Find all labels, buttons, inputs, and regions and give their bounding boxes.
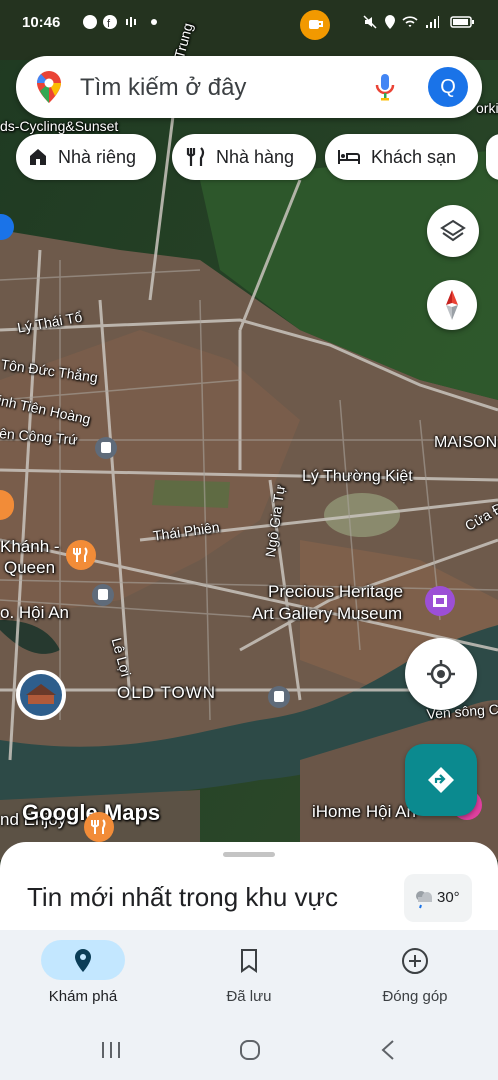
explore-pin-icon bbox=[75, 949, 91, 972]
layers-button[interactable] bbox=[427, 205, 479, 257]
map-label: iHome Hội An bbox=[312, 802, 416, 821]
map-label: Precious Heritage bbox=[268, 582, 404, 601]
map-label: Khánh - bbox=[0, 537, 60, 556]
nav-contribute[interactable]: Đóng góp bbox=[332, 930, 498, 1020]
weather-temp: 30° bbox=[437, 889, 460, 906]
map-view[interactable]: ds-Cycling&Sunset Trung orki Lý Thái Tổ … bbox=[0, 0, 498, 860]
layers-icon bbox=[440, 219, 466, 242]
signal-icon bbox=[426, 16, 439, 28]
restaurant-icon bbox=[186, 147, 205, 166]
mute-icon bbox=[363, 15, 377, 29]
restaurant-poi-icon[interactable] bbox=[84, 812, 114, 842]
map-label: MAISON bbox=[434, 434, 498, 451]
map-label: Lý Thường Kiệt bbox=[302, 468, 413, 485]
bottom-navigation: Khám phá Đã lưu Đóng góp bbox=[0, 930, 498, 1020]
search-input[interactable]: Tìm kiếm ở đây bbox=[80, 74, 246, 102]
nav-explore[interactable]: Khám phá bbox=[0, 930, 166, 1020]
battery-icon bbox=[450, 16, 474, 28]
recent-apps-icon[interactable] bbox=[100, 1040, 124, 1060]
notification-icon bbox=[83, 15, 97, 29]
museum-poi-icon[interactable] bbox=[425, 586, 455, 616]
facebook-icon: f bbox=[103, 15, 117, 30]
sheet-title: Tin mới nhất trong khu vực bbox=[27, 882, 338, 912]
audio-icon bbox=[126, 17, 136, 27]
back-icon[interactable] bbox=[380, 1039, 396, 1061]
location-icon bbox=[385, 15, 395, 29]
chip-hotels[interactable]: Khách sạn bbox=[325, 134, 478, 180]
status-time: 10:46 bbox=[22, 14, 61, 31]
nav-label: Đóng góp bbox=[382, 988, 448, 1005]
directions-button[interactable] bbox=[405, 744, 477, 816]
chip-more[interactable] bbox=[486, 134, 498, 180]
chip-label: Khách sạn bbox=[371, 146, 457, 167]
compass-icon bbox=[446, 290, 458, 320]
home-button-icon[interactable] bbox=[239, 1039, 261, 1061]
bus-stop-icon[interactable] bbox=[95, 437, 117, 459]
restaurant-poi-icon[interactable] bbox=[66, 540, 96, 570]
bus-stop-icon[interactable] bbox=[268, 686, 290, 708]
nav-label: Đã lưu bbox=[226, 988, 272, 1005]
google-maps-pin-icon bbox=[36, 71, 61, 103]
map-label: o. Hội An bbox=[0, 603, 69, 622]
chip-label: Nhà riêng bbox=[58, 146, 137, 167]
cloud-rain-icon bbox=[416, 891, 432, 909]
chip-label: Nhà hàng bbox=[216, 146, 295, 167]
dot-icon bbox=[151, 19, 157, 25]
map-label: Art Gallery Museum bbox=[252, 604, 403, 623]
sheet-drag-handle[interactable] bbox=[223, 852, 275, 857]
map-label: ds-Cycling&Sunset bbox=[0, 118, 119, 134]
hotel-icon bbox=[338, 150, 360, 164]
home-icon bbox=[30, 149, 46, 165]
chip-home[interactable]: Nhà riêng bbox=[16, 134, 156, 180]
my-location-button[interactable] bbox=[405, 638, 477, 710]
nav-saved[interactable]: Đã lưu bbox=[166, 930, 332, 1020]
map-label: orki bbox=[476, 100, 498, 116]
directions-icon bbox=[428, 767, 454, 793]
weather-chip[interactable]: 30° bbox=[404, 874, 472, 922]
microphone-icon[interactable] bbox=[375, 73, 395, 103]
crosshair-icon bbox=[427, 660, 455, 688]
landmark-photo-pin[interactable] bbox=[16, 670, 66, 720]
bus-stop-icon[interactable] bbox=[92, 584, 114, 606]
account-avatar[interactable]: Q bbox=[428, 67, 468, 107]
wifi-icon bbox=[402, 16, 418, 27]
map-label: Queen bbox=[4, 558, 56, 577]
status-bar: 10:46 f bbox=[0, 0, 498, 46]
add-circle-icon bbox=[402, 948, 428, 974]
search-bar[interactable]: Tìm kiếm ở đây Q bbox=[16, 56, 482, 118]
compass-button[interactable] bbox=[427, 280, 477, 330]
chip-restaurants[interactable]: Nhà hàng bbox=[172, 134, 316, 180]
nav-label: Khám phá bbox=[48, 988, 118, 1005]
map-label: OLD TOWN bbox=[117, 683, 216, 702]
system-navigation-bar bbox=[0, 1020, 498, 1080]
bookmark-icon bbox=[241, 949, 257, 973]
